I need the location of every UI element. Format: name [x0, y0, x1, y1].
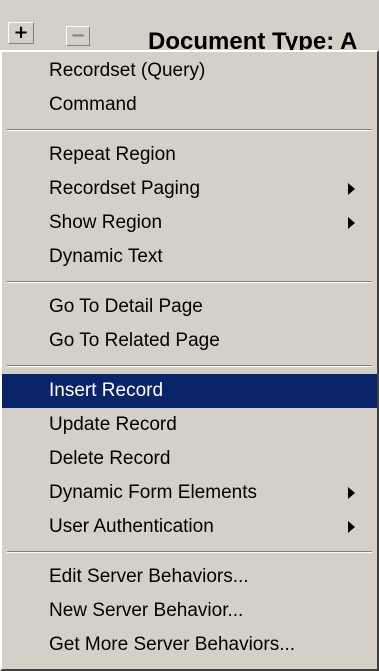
menu-item-label: User Authentication: [49, 516, 214, 537]
menu-item-update-record[interactable]: Update Record: [2, 408, 377, 442]
menu-item-command[interactable]: Command: [2, 88, 377, 122]
submenu-arrow-icon: [348, 521, 355, 533]
menu-item-get-more-server-behaviors[interactable]: Get More Server Behaviors...: [2, 628, 377, 662]
menu-item-label: Insert Record: [49, 380, 164, 401]
menu-item-label: Dynamic Text: [49, 246, 163, 267]
submenu-arrow-icon: [348, 217, 355, 229]
menu-separator: [2, 122, 377, 138]
menu-item-edit-server-behaviors[interactable]: Edit Server Behaviors...: [2, 560, 377, 594]
menu-item-label: Command: [49, 94, 137, 115]
menu-separator: [2, 358, 377, 374]
menu-item-label: Recordset Paging: [49, 178, 201, 199]
submenu-arrow-icon: [348, 183, 355, 195]
menu-item-recordset-paging[interactable]: Recordset Paging: [2, 172, 377, 206]
server-behaviors-menu: Recordset (Query) Command Repeat Region …: [0, 50, 379, 671]
menu-item-go-to-detail-page[interactable]: Go To Detail Page: [2, 290, 377, 324]
menu-item-recordset-query[interactable]: Recordset (Query): [2, 54, 377, 88]
menu-separator: [2, 274, 377, 290]
remove-button[interactable]: −: [66, 26, 90, 46]
menu-separator: [2, 544, 377, 560]
menu-item-label: Dynamic Form Elements: [49, 482, 257, 503]
minus-icon: −: [70, 25, 86, 46]
menu-item-insert-record[interactable]: Insert Record: [2, 374, 377, 408]
menu-item-label: Edit Server Behaviors...: [49, 566, 249, 587]
menu-item-label: New Server Behavior...: [49, 600, 244, 621]
menu-item-delete-record[interactable]: Delete Record: [2, 442, 377, 476]
menu-item-new-server-behavior[interactable]: New Server Behavior...: [2, 594, 377, 628]
menu-item-dynamic-text[interactable]: Dynamic Text: [2, 240, 377, 274]
menu-item-label: Go To Related Page: [49, 330, 220, 351]
menu-item-label: Delete Record: [49, 448, 171, 469]
menu-item-label: Repeat Region: [49, 144, 176, 165]
plus-icon: +: [13, 22, 29, 43]
menu-item-label: Go To Detail Page: [49, 296, 203, 317]
menu-item-label: Show Region: [49, 212, 163, 233]
menu-item-user-authentication[interactable]: User Authentication: [2, 510, 377, 544]
submenu-arrow-icon: [348, 487, 355, 499]
menu-item-label: Recordset (Query): [49, 60, 206, 81]
add-button[interactable]: +: [8, 22, 34, 44]
menu-item-label: Update Record: [49, 414, 177, 435]
menu-item-label: Get More Server Behaviors...: [49, 634, 296, 655]
menu-item-go-to-related-page[interactable]: Go To Related Page: [2, 324, 377, 358]
menu-item-repeat-region[interactable]: Repeat Region: [2, 138, 377, 172]
menu-item-dynamic-form-elements[interactable]: Dynamic Form Elements: [2, 476, 377, 510]
menu-item-show-region[interactable]: Show Region: [2, 206, 377, 240]
